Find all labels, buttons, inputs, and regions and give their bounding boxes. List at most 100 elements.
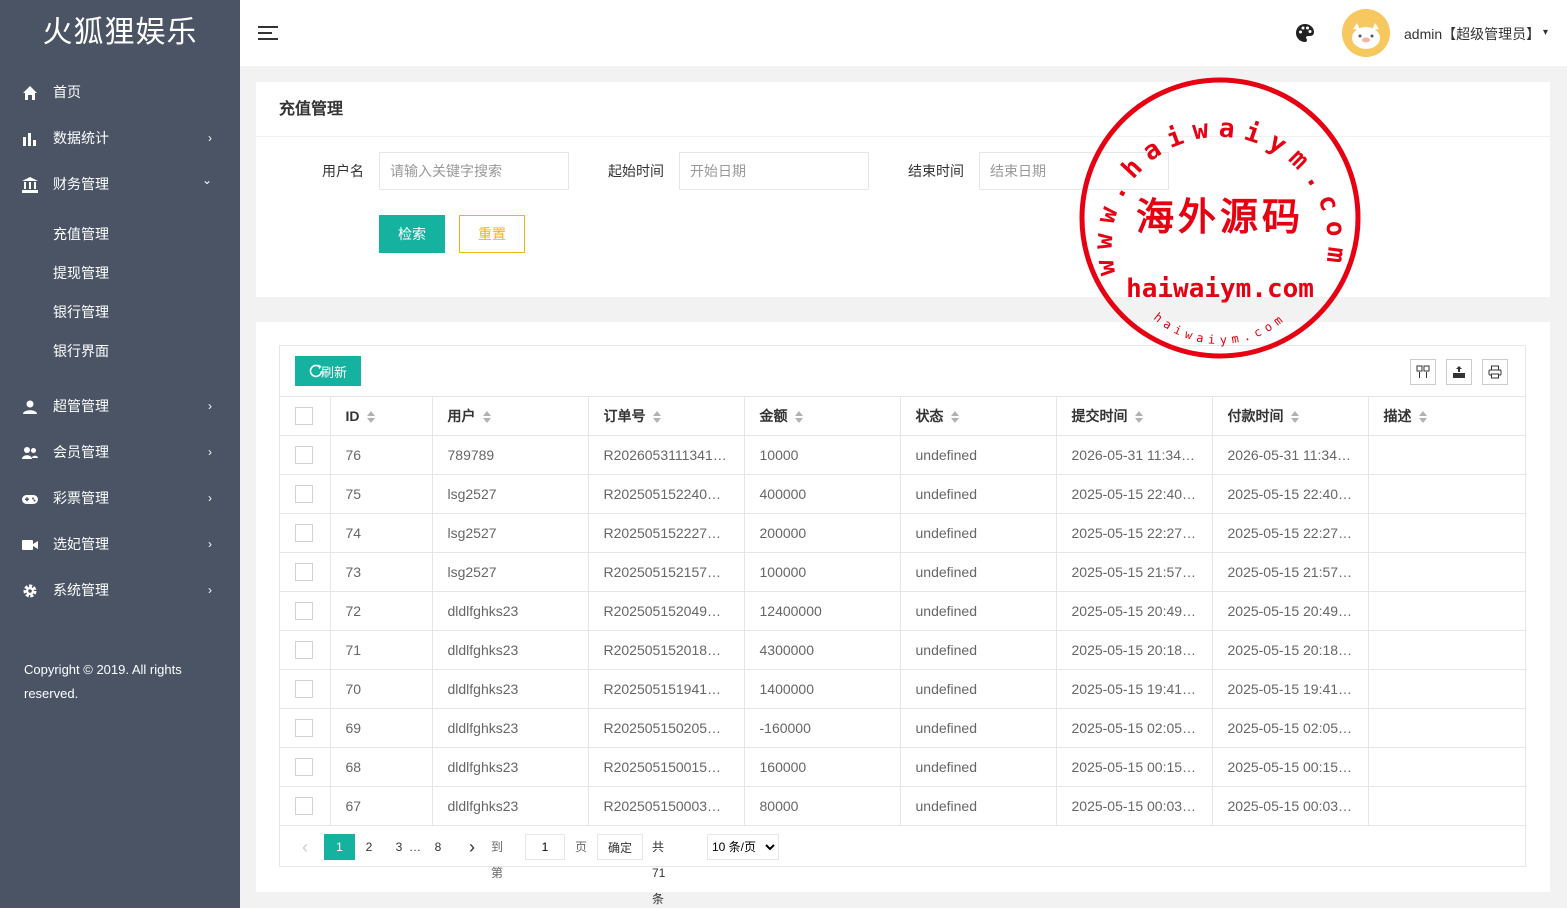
goto-confirm-button[interactable]: 确定 <box>597 834 643 860</box>
print-button[interactable] <box>1482 359 1508 385</box>
column-header-amount[interactable]: 金额 <box>744 396 901 436</box>
cell-order-no: R202505152227… <box>588 513 745 553</box>
start-date-input[interactable] <box>679 152 869 190</box>
sidebar-item-finance[interactable]: 财务管理 ⌄ <box>0 161 240 207</box>
sidebar-item-label: 数据统计 <box>53 130 109 146</box>
caret-down-icon[interactable]: ▾ <box>1543 27 1548 38</box>
reset-button[interactable]: 重置 <box>459 215 525 253</box>
column-header-id[interactable]: ID <box>330 396 433 436</box>
row-select-cell <box>280 786 331 826</box>
row-select-cell <box>280 474 331 514</box>
columns-filter-button[interactable] <box>1410 359 1436 385</box>
row-checkbox[interactable] <box>295 446 313 465</box>
page-last[interactable]: 8 <box>424 834 452 860</box>
sidebar-sub-withdraw[interactable]: 提现管理 <box>0 254 240 293</box>
row-checkbox[interactable] <box>295 797 313 816</box>
page-ellipsis: … <box>409 840 421 854</box>
row-checkbox[interactable] <box>295 563 313 582</box>
column-header-user[interactable]: 用户 <box>432 396 589 436</box>
row-checkbox[interactable] <box>295 641 313 660</box>
cell-user: lsg2527 <box>432 552 589 592</box>
sort-icon[interactable] <box>366 411 376 424</box>
page-2[interactable]: 2 <box>355 834 383 860</box>
sidebar-item-lottery[interactable]: 彩票管理 › <box>0 475 240 521</box>
sort-icon[interactable] <box>1290 411 1300 424</box>
chevron-right-icon: › <box>208 583 212 597</box>
sidebar-item-label: 选妃管理 <box>53 536 109 552</box>
table-row[interactable]: 67 dldlfghks23 R202505150003… 80000 undefine… <box>280 786 1525 826</box>
column-header-status[interactable]: 状态 <box>900 396 1057 436</box>
next-page-icon[interactable]: › <box>462 834 482 860</box>
cell-desc <box>1368 708 1525 748</box>
cell-status: undefined <box>900 630 1057 670</box>
cell-pay-time: 2025-05-15 00:03… <box>1212 786 1369 826</box>
table-row[interactable]: 74 lsg2527 R202505152227… 200000 undefined 20… <box>280 513 1525 553</box>
sidebar-item-label: 彩票管理 <box>53 490 109 506</box>
palette-icon[interactable] <box>1295 23 1315 43</box>
prev-page-icon[interactable]: ‹ <box>295 834 315 860</box>
table-row[interactable]: 75 lsg2527 R202505152240… 400000 undefined 20… <box>280 474 1525 514</box>
sort-icon[interactable] <box>482 411 492 424</box>
sort-icon[interactable] <box>950 411 960 424</box>
sort-icon[interactable] <box>1134 411 1144 424</box>
table-body: 76 789789 R2026053111341… 10000 undefined 202… <box>280 435 1525 826</box>
sidebar-sub-bank[interactable]: 银行管理 <box>0 293 240 332</box>
cell-submit-time: 2025-05-15 00:03… <box>1056 786 1213 826</box>
chevron-right-icon: › <box>208 491 212 505</box>
sidebar-item-selection[interactable]: 选妃管理 › <box>0 521 240 567</box>
export-button[interactable] <box>1446 359 1472 385</box>
column-header-desc[interactable]: 描述 <box>1368 396 1525 436</box>
start-time-label: 起始时间 <box>608 163 664 179</box>
sort-icon[interactable] <box>1418 411 1428 424</box>
sidebar-sub-bank-ui[interactable]: 银行界面 <box>0 332 240 371</box>
row-checkbox[interactable] <box>295 485 313 504</box>
sidebar-item-label: 财务管理 <box>53 176 109 192</box>
row-checkbox[interactable] <box>295 719 313 738</box>
page-size-select[interactable]: 10 条/页 <box>707 834 779 860</box>
table-row[interactable]: 73 lsg2527 R202505152157… 100000 undefined 20… <box>280 552 1525 592</box>
cell-status: undefined <box>900 552 1057 592</box>
username-input[interactable] <box>379 152 569 190</box>
cell-pay-time: 2025-05-15 20:18… <box>1212 630 1369 670</box>
cell-amount: 10000 <box>744 435 901 475</box>
cell-status: undefined <box>900 786 1057 826</box>
menu-toggle-icon[interactable] <box>258 26 278 40</box>
avatar[interactable] <box>1342 9 1390 57</box>
sidebar-item-statistics[interactable]: 数据统计 › <box>0 115 240 161</box>
table-row[interactable]: 76 789789 R2026053111341… 10000 undefined 202… <box>280 435 1525 475</box>
row-checkbox[interactable] <box>295 680 313 699</box>
cell-amount: 80000 <box>744 786 901 826</box>
cell-pay-time: 2025-05-15 20:49… <box>1212 591 1369 631</box>
refresh-button[interactable]: 刷新 <box>295 356 361 386</box>
sidebar-item-label: 会员管理 <box>53 444 109 460</box>
end-date-input[interactable] <box>979 152 1169 190</box>
cell-id: 72 <box>330 591 433 631</box>
row-checkbox[interactable] <box>295 524 313 543</box>
table-row[interactable]: 71 dldlfghks23 R202505152018… 4300000 undefi… <box>280 630 1525 670</box>
column-header-pay-time[interactable]: 付款时间 <box>1212 396 1369 436</box>
cell-id: 68 <box>330 747 433 787</box>
cell-desc <box>1368 630 1525 670</box>
column-header-order[interactable]: 订单号 <box>588 396 745 436</box>
user-menu[interactable]: admin【超级管理员】 <box>1404 24 1540 44</box>
sort-icon[interactable] <box>652 411 662 424</box>
table-row[interactable]: 69 dldlfghks23 R202505150205… -160000 undefi… <box>280 708 1525 748</box>
table-row[interactable]: 70 dldlfghks23 R202505151941… 1400000 undefi… <box>280 669 1525 709</box>
table-row[interactable]: 72 dldlfghks23 R202505152049… 12400000 undef… <box>280 591 1525 631</box>
page-1[interactable]: 1 <box>324 834 355 860</box>
column-header-submit-time[interactable]: 提交时间 <box>1056 396 1213 436</box>
cell-pay-time: 2025-05-15 22:27… <box>1212 513 1369 553</box>
select-all-checkbox[interactable] <box>295 407 313 426</box>
search-button[interactable]: 检索 <box>379 215 445 253</box>
refresh-label: 刷新 <box>320 364 347 380</box>
row-checkbox[interactable] <box>295 602 313 621</box>
sort-icon[interactable] <box>794 411 804 424</box>
sidebar-item-system[interactable]: 系统管理 › <box>0 567 240 613</box>
sidebar-item-admin[interactable]: 超管管理 › <box>0 383 240 429</box>
sidebar-item-home[interactable]: 首页 <box>0 69 240 115</box>
table-row[interactable]: 68 dldlfghks23 R202505150015… 160000 undefin… <box>280 747 1525 787</box>
row-checkbox[interactable] <box>295 758 313 777</box>
goto-page-input[interactable] <box>525 834 565 860</box>
sidebar-item-members[interactable]: 会员管理 › <box>0 429 240 475</box>
sidebar-sub-recharge[interactable]: 充值管理 <box>0 215 240 254</box>
